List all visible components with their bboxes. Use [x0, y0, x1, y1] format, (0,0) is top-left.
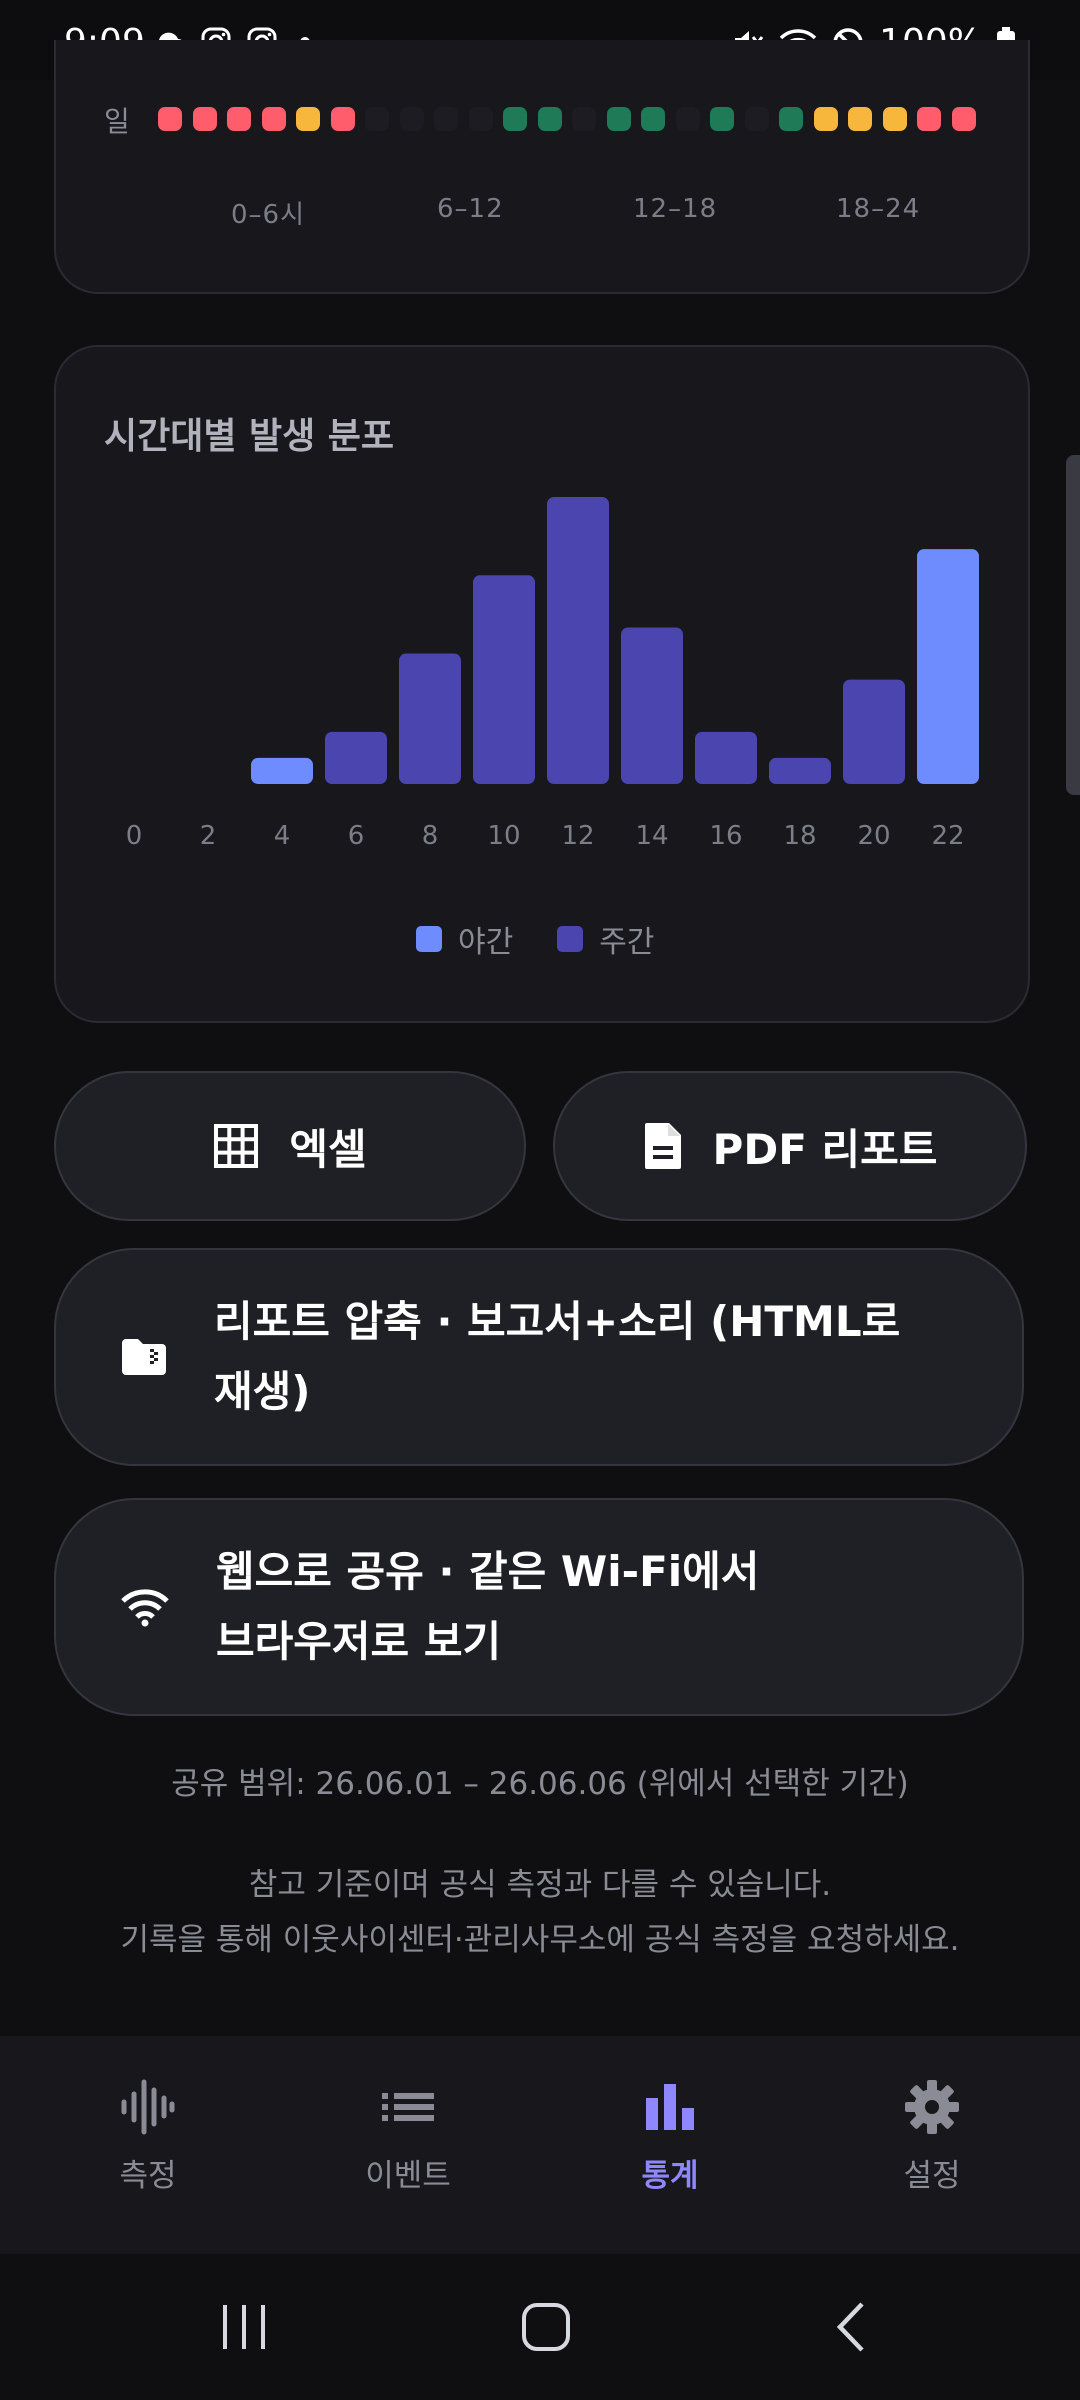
bar-chart-icon — [646, 2084, 694, 2130]
heatmap-cell — [399, 107, 424, 131]
share-range-text: 공유 범위: 26.06.01 – 26.06.06 (위에서 선택한 기간) — [171, 1766, 909, 1802]
heatmap-cell — [158, 107, 182, 131]
heatmap-cell — [813, 107, 838, 131]
heatmap-cell — [261, 107, 286, 131]
chart-bar — [695, 731, 757, 784]
heatmap-cell — [468, 107, 493, 131]
x-tick-label: 14 — [635, 821, 668, 851]
scrollbar-handle[interactable] — [1066, 455, 1080, 795]
heatmap-cell — [951, 107, 976, 131]
chart-bar — [769, 757, 831, 784]
x-tick-label: 18 — [783, 821, 816, 851]
nav-label-stats: 통계 — [641, 2158, 699, 2194]
nav-item-measure[interactable]: 측정 — [13, 2036, 283, 2254]
web-share-label: 웹으로 공유 · 같은 Wi-Fi에서 브라우저로 보기 — [216, 1537, 759, 1677]
hour-label: 0–6시 — [231, 200, 306, 230]
heatmap-cell — [606, 107, 631, 131]
home-icon[interactable] — [520, 2301, 572, 2353]
disclaimer-notice: 참고 기준이며 공식 측정과 다를 수 있습니다. 기록을 통해 이웃사이센터·… — [0, 1858, 1080, 1968]
chart-bar — [325, 731, 387, 784]
chart-bar — [251, 757, 313, 784]
chart-card: 시간대별 발생 분포 0 2 4 6 8 10 12 14 16 18 20 22 야간 주간 — [54, 345, 1030, 1023]
document-icon — [644, 1123, 681, 1169]
pdf-report-button[interactable]: PDF 리포트 — [553, 1071, 1027, 1221]
heatmap-cell — [744, 107, 769, 131]
nav-item-stats[interactable]: 통계 — [535, 2036, 805, 2254]
x-tick-label: 22 — [931, 821, 964, 851]
x-tick-label: 12 — [561, 821, 594, 851]
heatmap-cell — [710, 107, 734, 131]
bottom-navigation: 측정 이벤트 통계 설정 — [0, 2036, 1080, 2254]
legend-label-night: 야간 — [458, 925, 514, 960]
chart-legend: 야간 주간 — [416, 917, 654, 961]
x-tick-label: 10 — [487, 821, 520, 851]
x-tick-label: 4 — [274, 821, 291, 851]
heatmap-cell — [882, 107, 907, 131]
hour-label: 12–18 — [633, 194, 718, 224]
list-icon — [382, 2093, 434, 2121]
heatmap-cell — [434, 107, 458, 131]
heatmap-cell — [572, 107, 596, 131]
web-share-label-line2: 브라우저로 보기 — [216, 1617, 502, 1666]
web-share-label-line1: 웹으로 공유 · 같은 Wi-Fi에서 — [216, 1547, 760, 1596]
heatmap-cell — [641, 107, 665, 131]
waveform-icon — [121, 2079, 175, 2135]
system-navigation-bar — [0, 2254, 1080, 2400]
heatmap-cell — [503, 107, 527, 131]
wifi-icon — [121, 1589, 169, 1627]
heatmap-cell — [365, 107, 389, 131]
chart-bar — [621, 627, 683, 784]
nav-label-measure: 측정 — [119, 2158, 177, 2194]
chart-bar — [547, 497, 609, 784]
heatmap-cell — [296, 107, 320, 131]
back-icon[interactable] — [830, 2300, 870, 2354]
chart-bar — [473, 575, 535, 784]
disclaimer-line2: 기록을 통해 이웃사이센터·관리사무소에 공식 측정을 요청하세요. — [120, 1922, 960, 1958]
recents-icon[interactable] — [219, 2302, 269, 2352]
zip-label-line2: 재생) — [214, 1367, 311, 1416]
nav-label-settings: 설정 — [903, 2158, 961, 2194]
x-tick-label: 8 — [422, 821, 439, 851]
gear-icon — [905, 2080, 959, 2134]
zip-folder-icon — [122, 1339, 166, 1375]
report-zip-button[interactable]: 리포트 압축 · 보고서+소리 (HTML로 재생) — [54, 1248, 1024, 1466]
heatmap-cell — [330, 107, 355, 131]
zip-label: 리포트 압축 · 보고서+소리 (HTML로 재생) — [214, 1287, 900, 1427]
x-tick-label: 20 — [857, 821, 890, 851]
pdf-label: PDF 리포트 — [712, 1124, 938, 1174]
nav-label-events: 이벤트 — [365, 2158, 451, 2194]
excel-label: 엑셀 — [289, 1124, 367, 1174]
heatmap-cell — [779, 107, 803, 131]
hour-label: 6–12 — [437, 194, 504, 224]
x-tick-label: 16 — [709, 821, 742, 851]
chart-bar — [399, 653, 461, 784]
legend-swatch-night — [416, 926, 442, 952]
heatmap-cell — [917, 107, 941, 131]
heatmap-cell — [537, 107, 562, 131]
heatmap-cell — [227, 107, 251, 131]
zip-label-line1: 리포트 압축 · 보고서+소리 (HTML로 — [214, 1297, 901, 1346]
heatmap-cell — [192, 107, 217, 131]
heatmap-cell — [675, 107, 700, 131]
x-tick-label: 0 — [126, 821, 143, 851]
nav-item-events[interactable]: 이벤트 — [273, 2036, 543, 2254]
disclaimer-line1: 참고 기준이며 공식 측정과 다를 수 있습니다. — [248, 1867, 832, 1903]
legend-label-day: 주간 — [599, 925, 655, 960]
nav-item-settings[interactable]: 설정 — [797, 2036, 1067, 2254]
web-share-button[interactable]: 웹으로 공유 · 같은 Wi-Fi에서 브라우저로 보기 — [54, 1498, 1024, 1716]
heatmap-card: 일 0–6시 6–12 12–18 18–24 — [54, 40, 1030, 294]
excel-export-button[interactable]: 엑셀 — [54, 1071, 526, 1221]
x-tick-label: 6 — [348, 821, 365, 851]
heatmap-cell — [848, 107, 872, 131]
heatmap-row-label: 일 — [104, 105, 130, 138]
x-tick-label: 2 — [200, 821, 217, 851]
bar-chart: 0 2 4 6 8 10 12 14 16 18 20 22 — [126, 497, 979, 851]
chart-bar — [843, 679, 905, 784]
chart-bar — [917, 549, 979, 784]
grid-icon — [214, 1124, 259, 1168]
hour-label: 18–24 — [836, 194, 921, 224]
legend-swatch-day — [557, 926, 584, 952]
